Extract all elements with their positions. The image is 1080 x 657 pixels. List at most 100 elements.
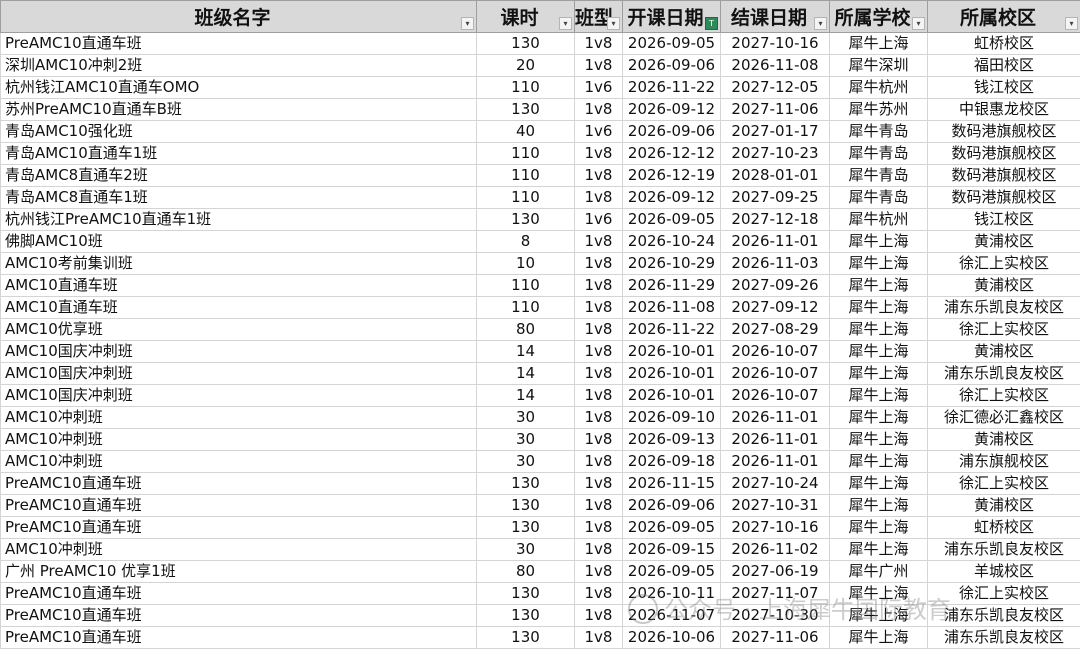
cell-start-date[interactable]: 2026-09-12 bbox=[622, 186, 721, 209]
column-header-end-date[interactable]: 结课日期 ▾ bbox=[720, 0, 830, 33]
cell-start-date[interactable]: 2026-09-06 bbox=[622, 494, 721, 517]
cell-campus[interactable]: 徐汇上实校区 bbox=[927, 384, 1080, 407]
cell-school[interactable]: 犀牛上海 bbox=[829, 252, 928, 275]
table-row[interactable]: 杭州钱江PreAMC10直通车1班 130 1v6 2026-09-05 2027-12… bbox=[0, 208, 1080, 231]
cell-school[interactable]: 犀牛上海 bbox=[829, 450, 928, 473]
cell-hours[interactable]: 110 bbox=[476, 186, 575, 209]
cell-hours[interactable]: 110 bbox=[476, 296, 575, 319]
cell-class-name[interactable]: 青岛AMC8直通车2班 bbox=[0, 164, 477, 187]
cell-school[interactable]: 犀牛上海 bbox=[829, 626, 928, 649]
cell-hours[interactable]: 30 bbox=[476, 428, 575, 451]
cell-class-type[interactable]: 1v8 bbox=[574, 384, 623, 407]
table-row[interactable]: AMC10直通车班 110 1v8 2026-11-29 2027-09-26 犀牛上海黄… bbox=[0, 274, 1080, 297]
cell-school[interactable]: 犀牛杭州 bbox=[829, 76, 928, 99]
cell-school[interactable]: 犀牛上海 bbox=[829, 274, 928, 297]
cell-school[interactable]: 犀牛上海 bbox=[829, 538, 928, 561]
cell-class-name[interactable]: AMC10直通车班 bbox=[0, 274, 477, 297]
cell-start-date[interactable]: 2026-09-15 bbox=[622, 538, 721, 561]
cell-start-date[interactable]: 2026-09-06 bbox=[622, 54, 721, 77]
cell-class-type[interactable]: 1v8 bbox=[574, 98, 623, 121]
cell-school[interactable]: 犀牛上海 bbox=[829, 406, 928, 429]
cell-end-date[interactable]: 2026-10-07 bbox=[720, 384, 830, 407]
cell-class-type[interactable]: 1v6 bbox=[574, 120, 623, 143]
dropdown-arrow-icon[interactable]: ▾ bbox=[1065, 17, 1078, 30]
cell-hours[interactable]: 10 bbox=[476, 252, 575, 275]
cell-start-date[interactable]: 2026-10-01 bbox=[622, 362, 721, 385]
cell-campus[interactable]: 数码港旗舰校区 bbox=[927, 164, 1080, 187]
cell-school[interactable]: 犀牛上海 bbox=[829, 340, 928, 363]
cell-class-type[interactable]: 1v8 bbox=[574, 274, 623, 297]
cell-class-name[interactable]: 杭州钱江PreAMC10直通车1班 bbox=[0, 208, 477, 231]
column-header-start-date[interactable]: 开课日期 T bbox=[622, 0, 721, 33]
column-header-campus[interactable]: 所属校区 ▾ bbox=[927, 0, 1080, 33]
cell-campus[interactable]: 黄浦校区 bbox=[927, 274, 1080, 297]
table-row[interactable]: PreAMC10直通车班 130 1v8 2026-09-06 2027-10-31 犀牛… bbox=[0, 494, 1080, 517]
cell-class-name[interactable]: 杭州钱江AMC10直通车OMO bbox=[0, 76, 477, 99]
cell-hours[interactable]: 130 bbox=[476, 604, 575, 627]
cell-school[interactable]: 犀牛上海 bbox=[829, 428, 928, 451]
cell-class-type[interactable]: 1v8 bbox=[574, 296, 623, 319]
cell-start-date[interactable]: 2026-11-22 bbox=[622, 76, 721, 99]
cell-hours[interactable]: 30 bbox=[476, 406, 575, 429]
cell-class-name[interactable]: 广州 PreAMC10 优享1班 bbox=[0, 560, 477, 583]
cell-campus[interactable]: 浦东乐凯良友校区 bbox=[927, 538, 1080, 561]
cell-end-date[interactable]: 2027-12-18 bbox=[720, 208, 830, 231]
cell-class-type[interactable]: 1v8 bbox=[574, 32, 623, 55]
table-row[interactable]: AMC10直通车班 110 1v8 2026-11-08 2027-09-12 犀牛上海浦… bbox=[0, 296, 1080, 319]
cell-start-date[interactable]: 2026-10-01 bbox=[622, 384, 721, 407]
table-row[interactable]: AMC10国庆冲刺班 14 1v8 2026-10-01 2026-10-07 犀牛上海浦… bbox=[0, 362, 1080, 385]
cell-class-name[interactable]: AMC10国庆冲刺班 bbox=[0, 384, 477, 407]
table-row[interactable]: 佛脚AMC10班 8 1v8 2026-10-24 2026-11-01 犀牛上海 黄浦校区 bbox=[0, 230, 1080, 253]
cell-class-type[interactable]: 1v8 bbox=[574, 560, 623, 583]
cell-school[interactable]: 犀牛杭州 bbox=[829, 208, 928, 231]
cell-school[interactable]: 犀牛上海 bbox=[829, 472, 928, 495]
cell-class-name[interactable]: PreAMC10直通车班 bbox=[0, 472, 477, 495]
cell-campus[interactable]: 浦东旗舰校区 bbox=[927, 450, 1080, 473]
cell-class-name[interactable]: AMC10国庆冲刺班 bbox=[0, 362, 477, 385]
cell-campus[interactable]: 钱江校区 bbox=[927, 208, 1080, 231]
cell-class-type[interactable]: 1v8 bbox=[574, 538, 623, 561]
table-row[interactable]: PreAMC10直通车班 130 1v8 2026-11-15 2027-10-24 犀牛… bbox=[0, 472, 1080, 495]
cell-school[interactable]: 犀牛深圳 bbox=[829, 54, 928, 77]
cell-campus[interactable]: 徐汇上实校区 bbox=[927, 472, 1080, 495]
cell-campus[interactable]: 黄浦校区 bbox=[927, 340, 1080, 363]
cell-end-date[interactable]: 2027-10-23 bbox=[720, 142, 830, 165]
cell-campus[interactable]: 钱江校区 bbox=[927, 76, 1080, 99]
cell-hours[interactable]: 130 bbox=[476, 32, 575, 55]
cell-school[interactable]: 犀牛青岛 bbox=[829, 120, 928, 143]
cell-hours[interactable]: 80 bbox=[476, 560, 575, 583]
cell-start-date[interactable]: 2026-12-12 bbox=[622, 142, 721, 165]
cell-class-type[interactable]: 1v8 bbox=[574, 230, 623, 253]
cell-campus[interactable]: 徐汇德必汇鑫校区 bbox=[927, 406, 1080, 429]
cell-school[interactable]: 犀牛苏州 bbox=[829, 98, 928, 121]
cell-class-type[interactable]: 1v8 bbox=[574, 604, 623, 627]
cell-hours[interactable]: 30 bbox=[476, 538, 575, 561]
cell-campus[interactable]: 黄浦校区 bbox=[927, 494, 1080, 517]
dropdown-arrow-icon[interactable]: ▾ bbox=[559, 17, 572, 30]
cell-start-date[interactable]: 2026-09-18 bbox=[622, 450, 721, 473]
cell-end-date[interactable]: 2026-10-07 bbox=[720, 340, 830, 363]
table-row[interactable]: PreAMC10直通车班 130 1v8 2026-10-11 2027-11-07 犀牛… bbox=[0, 582, 1080, 605]
cell-campus[interactable]: 羊城校区 bbox=[927, 560, 1080, 583]
cell-class-name[interactable]: AMC10冲刺班 bbox=[0, 538, 477, 561]
cell-hours[interactable]: 110 bbox=[476, 142, 575, 165]
cell-start-date[interactable]: 2026-09-10 bbox=[622, 406, 721, 429]
cell-class-name[interactable]: 佛脚AMC10班 bbox=[0, 230, 477, 253]
cell-class-type[interactable]: 1v6 bbox=[574, 208, 623, 231]
cell-class-name[interactable]: PreAMC10直通车班 bbox=[0, 32, 477, 55]
cell-school[interactable]: 犀牛上海 bbox=[829, 318, 928, 341]
table-row[interactable]: PreAMC10直通车班 130 1v8 2026-10-06 2027-11-06 犀牛… bbox=[0, 626, 1080, 649]
cell-campus[interactable]: 浦东乐凯良友校区 bbox=[927, 296, 1080, 319]
cell-end-date[interactable]: 2026-11-01 bbox=[720, 230, 830, 253]
cell-class-name[interactable]: 青岛AMC10强化班 bbox=[0, 120, 477, 143]
cell-campus[interactable]: 虹桥校区 bbox=[927, 32, 1080, 55]
cell-class-type[interactable]: 1v8 bbox=[574, 362, 623, 385]
cell-class-type[interactable]: 1v8 bbox=[574, 186, 623, 209]
cell-end-date[interactable]: 2026-11-01 bbox=[720, 450, 830, 473]
cell-school[interactable]: 犀牛上海 bbox=[829, 230, 928, 253]
cell-end-date[interactable]: 2027-08-29 bbox=[720, 318, 830, 341]
cell-end-date[interactable]: 2027-09-12 bbox=[720, 296, 830, 319]
cell-end-date[interactable]: 2027-11-06 bbox=[720, 626, 830, 649]
cell-hours[interactable]: 130 bbox=[476, 626, 575, 649]
cell-class-name[interactable]: AMC10直通车班 bbox=[0, 296, 477, 319]
